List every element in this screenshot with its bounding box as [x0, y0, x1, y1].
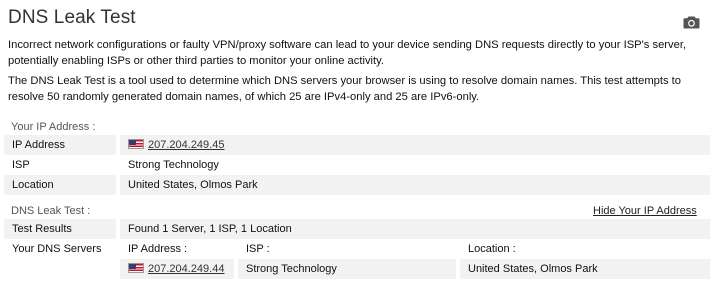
intro-paragraph-1: Incorrect network configurations or faul… [8, 39, 687, 67]
table-row: IP Address 207.204.249.45 [4, 135, 710, 155]
column-header-ip: IP Address : [128, 243, 188, 255]
isp-value: Strong Technology [128, 159, 219, 171]
us-flag-icon [128, 139, 144, 149]
column-header-location: Location : [468, 243, 516, 255]
test-results-value: Found 1 Server, 1 ISP, 1 Location [120, 219, 710, 239]
intro-paragraph-2: The DNS Leak Test is a tool used to dete… [8, 75, 681, 103]
dns-server-ip-link[interactable]: 207.204.249.44 [148, 263, 224, 275]
camera-icon[interactable] [683, 15, 700, 29]
location-value: United States, Olmos Park [120, 175, 710, 195]
ip-address-key: IP Address [4, 135, 116, 155]
ip-info-table: IP Address 207.204.249.45 ISP Strong Tec… [4, 135, 710, 195]
us-flag-icon [128, 263, 144, 273]
ip-address-link[interactable]: 207.204.249.45 [148, 139, 224, 151]
column-header-isp: ISP : [246, 243, 270, 255]
hide-ip-link[interactable]: Hide Your IP Address [593, 205, 697, 217]
table-row: Test Results Found 1 Server, 1 ISP, 1 Lo… [4, 219, 710, 239]
dns-server-location: United States, Olmos Park [460, 259, 710, 279]
page-title: DNS Leak Test [8, 7, 136, 28]
location-key: Location [4, 175, 116, 195]
test-results-key: Test Results [4, 219, 116, 239]
dns-info-table: Test Results Found 1 Server, 1 ISP, 1 Lo… [4, 219, 710, 279]
table-row: Location United States, Olmos Park [4, 175, 710, 195]
table-row: ISP Strong Technology [4, 155, 710, 175]
isp-key: ISP [12, 159, 30, 171]
dns-section-label: DNS Leak Test : [11, 205, 91, 217]
dns-server-ip: 207.204.249.44 [120, 259, 234, 279]
dns-servers-key: Your DNS Servers [12, 243, 102, 255]
ip-address-value: 207.204.249.45 [120, 135, 710, 155]
table-row: 207.204.249.44 Strong Technology United … [4, 259, 710, 279]
table-row: Your DNS Servers IP Address : ISP : Loca… [4, 239, 710, 259]
dns-server-isp: Strong Technology [238, 259, 456, 279]
ip-section-label: Your IP Address : [11, 121, 96, 133]
